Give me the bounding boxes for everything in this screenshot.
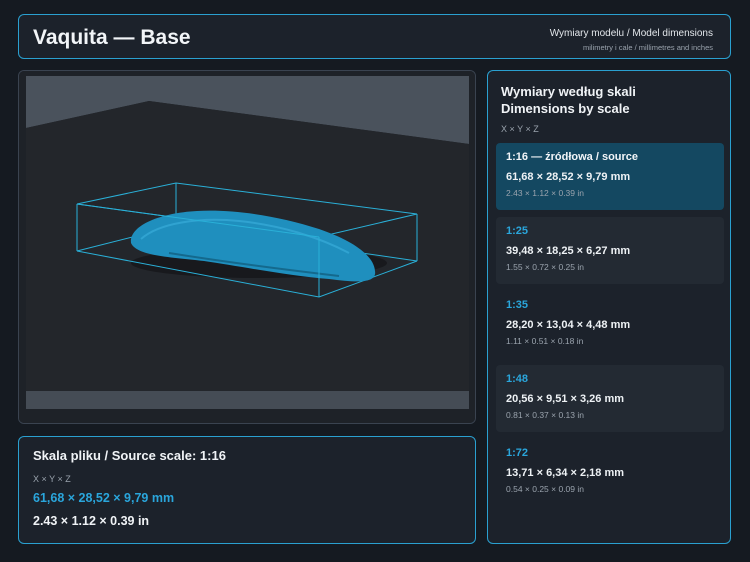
model-viewport[interactable] [19,71,476,424]
viewport-bottom-strip [26,391,469,409]
scale-label: 1:16 — źródłowa / source [506,151,639,163]
scale-dimensions-mm: 13,71 × 6,34 × 2,18 mm [506,467,625,479]
scale-dimensions-in: 2.43 × 1.12 × 0.39 in [506,188,584,198]
page-title: Vaquita — Base [33,26,191,49]
scale-dimensions-mm: 20,56 × 9,51 × 3,26 mm [506,393,625,405]
scale-dimensions-in: 0.54 × 0.25 × 0.09 in [506,484,584,494]
scales-axes-label: X × Y × Z [501,124,539,134]
source-dimensions-mm: 61,68 × 28,52 × 9,79 mm [33,491,175,505]
scales-panel: Wymiary według skali Dimensions by scale… [487,70,731,544]
scale-list: 1:16 — źródłowa / source 61,68 × 28,52 ×… [496,143,724,513]
scale-dimensions-mm: 28,20 × 13,04 × 4,48 mm [506,319,631,331]
scale-label: 1:25 [506,225,529,237]
scale-item-1-25[interactable]: 1:25 39,48 × 18,25 × 6,27 mm 1.55 × 0.72… [496,217,724,284]
scales-heading-pl: Wymiary według skali [501,84,636,99]
scales-heading-en: Dimensions by scale [501,101,630,116]
scale-dimensions-in: 0.81 × 0.37 × 0.13 in [506,410,584,420]
model-viewer[interactable] [18,70,476,424]
source-dimensions-in: 2.43 × 1.12 × 0.39 in [33,514,150,528]
scale-label: 1:35 [506,299,529,311]
header-panel: Vaquita — Base Wymiary modelu / Model di… [18,14,731,59]
scale-dimensions-in: 1.55 × 0.72 × 0.25 in [506,262,584,272]
scale-dimensions-in: 1.11 × 0.51 × 0.18 in [506,336,584,346]
scale-item-1-16[interactable]: 1:16 — źródłowa / source 61,68 × 28,52 ×… [496,143,724,210]
scale-dimensions-mm: 39,48 × 18,25 × 6,27 mm [506,245,631,257]
scale-dimensions-mm: 61,68 × 28,52 × 9,79 mm [506,171,631,183]
scale-label: 1:48 [506,373,529,385]
scale-label: 1:72 [506,447,529,459]
header-subtitle: Wymiary modelu / Model dimensions [549,28,713,39]
scale-item-1-72[interactable]: 1:72 13,71 × 6,34 × 2,18 mm 0.54 × 0.25 … [496,439,724,506]
source-scale-panel: Skala pliku / Source scale: 1:16 X × Y ×… [18,436,476,544]
scale-item-1-48[interactable]: 1:48 20,56 × 9,51 × 3,26 mm 0.81 × 0.37 … [496,365,724,432]
scales-heading: Wymiary według skali Dimensions by scale [501,83,636,117]
header-units-note: milimetry i cale / millimetres and inche… [582,43,713,52]
source-scale-title: Skala pliku / Source scale: 1:16 [33,448,226,463]
source-axes-label: X × Y × Z [33,474,71,484]
scale-item-1-35[interactable]: 1:35 28,20 × 13,04 × 4,48 mm 1.11 × 0.51… [496,291,724,358]
